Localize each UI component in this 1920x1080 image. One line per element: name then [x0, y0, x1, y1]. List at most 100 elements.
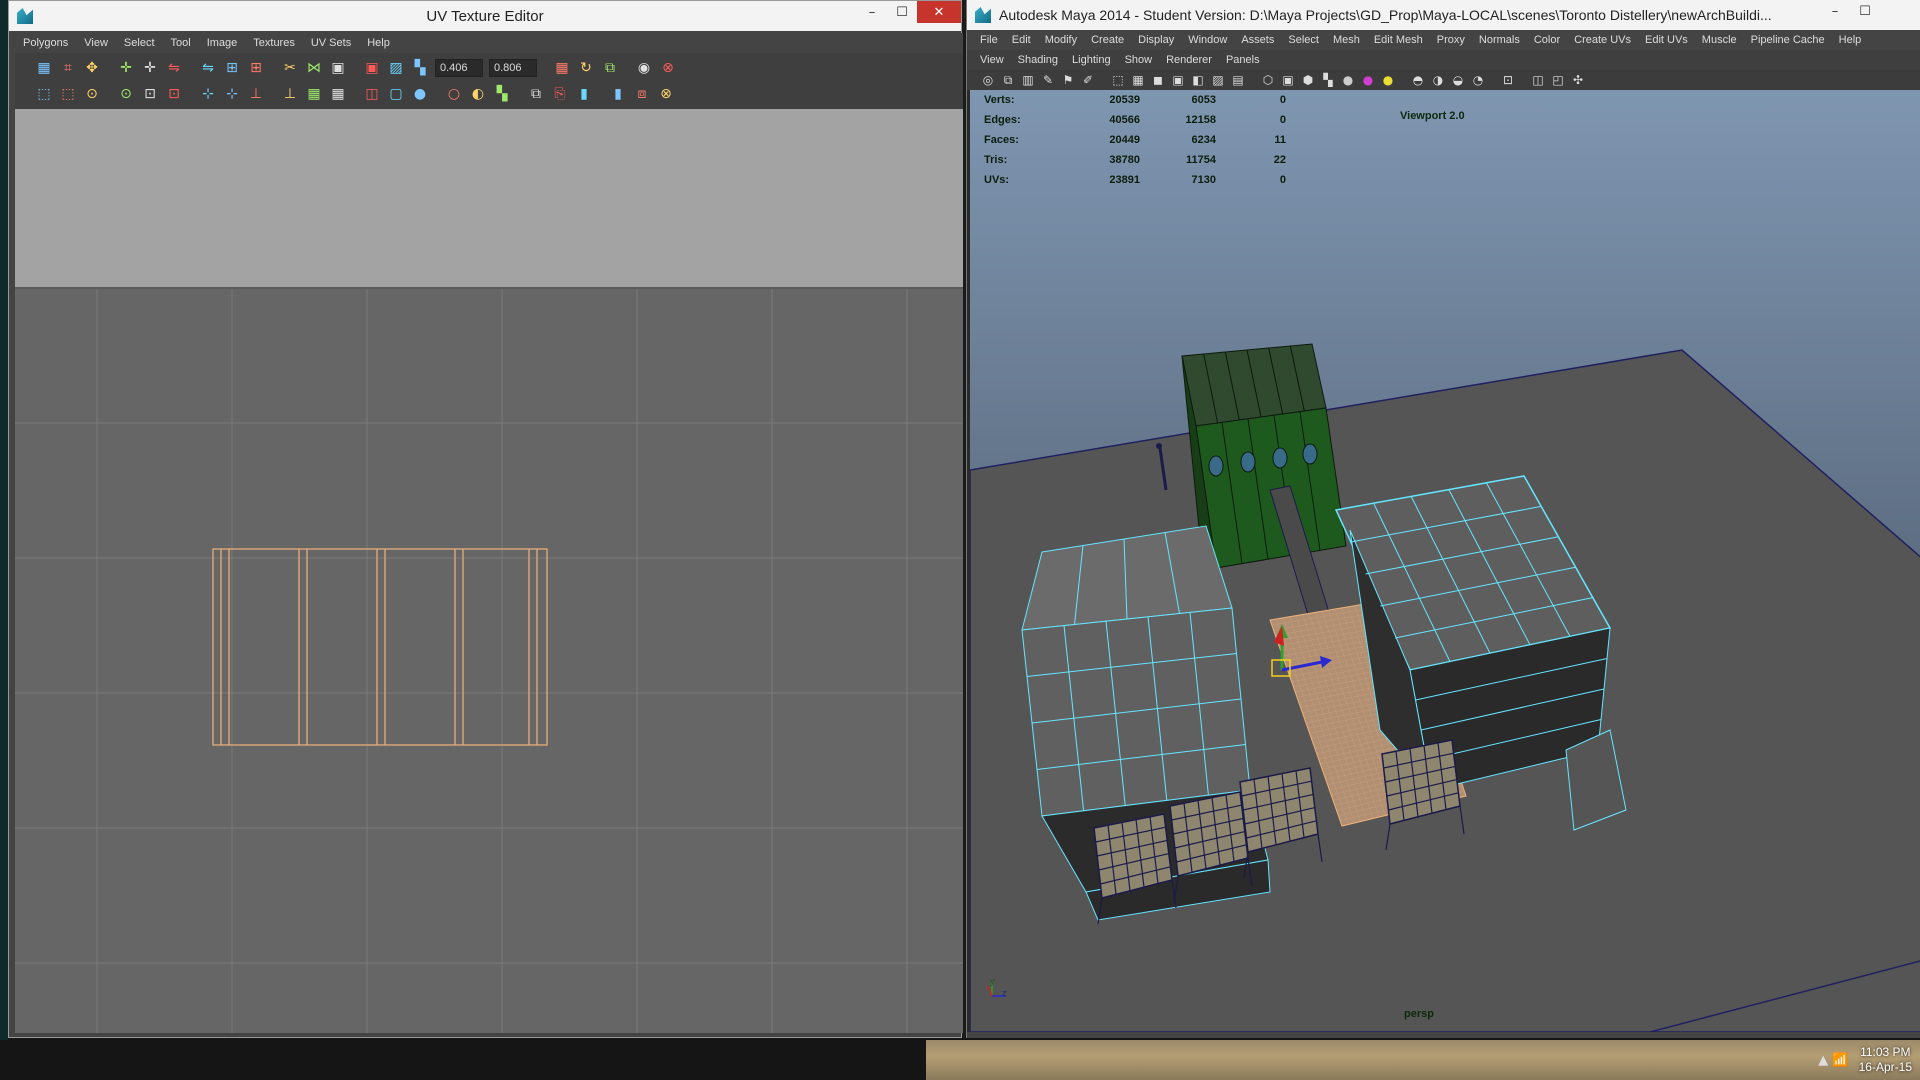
straighten-icon[interactable]: ⊥	[279, 83, 301, 105]
align-icon[interactable]: ⊞	[245, 57, 267, 79]
shaded-icon[interactable]: ◐	[467, 83, 489, 105]
panel-tool-icon[interactable]: ✣	[1569, 72, 1587, 88]
flip-icon[interactable]: ⇋	[197, 57, 219, 79]
rotate-cw-icon[interactable]: ⊙	[81, 83, 103, 105]
menu-create[interactable]: Create	[1084, 34, 1131, 46]
menu-color[interactable]: Color	[1527, 34, 1567, 46]
panel-tool-icon[interactable]: ✐	[1079, 72, 1097, 88]
panel-tool-icon[interactable]: ▣	[1169, 72, 1187, 88]
uv-menu-image[interactable]: Image	[199, 37, 246, 49]
copy-icon[interactable]: ⧉	[599, 57, 621, 79]
select-icon[interactable]: ⬚	[33, 83, 55, 105]
texture-border-icon[interactable]: ▢	[385, 83, 407, 105]
menu-file[interactable]: File	[973, 34, 1005, 46]
panel-tool-icon[interactable]: ◒	[1449, 72, 1467, 88]
uv-snapshot-icon[interactable]: ⧈	[631, 83, 653, 105]
v-value-field[interactable]: 0.806	[489, 59, 537, 77]
translate-icon[interactable]: ✛	[115, 57, 137, 79]
menu-mesh[interactable]: Mesh	[1326, 34, 1367, 46]
snap-icon[interactable]: ⊡	[139, 83, 161, 105]
panel-tool-icon[interactable]: ◎	[979, 72, 997, 88]
menu-proxy[interactable]: Proxy	[1430, 34, 1472, 46]
uv-menu-tool[interactable]: Tool	[163, 37, 199, 49]
checker-icon[interactable]: ▚	[409, 57, 431, 79]
panel-menu-lighting[interactable]: Lighting	[1065, 54, 1118, 66]
panel-menu-renderer[interactable]: Renderer	[1159, 54, 1219, 66]
sew-icon[interactable]: ⋈	[303, 57, 325, 79]
checker-icon[interactable]: ▚	[491, 83, 513, 105]
panel-tool-icon[interactable]: ◧	[1189, 72, 1207, 88]
uv-shell-border[interactable]	[212, 548, 548, 746]
perspective-viewport[interactable]: y z Verts: 20539 6053 0 Edges: 40566 12158 0 Fac…	[967, 90, 1920, 1032]
translate-icon[interactable]: ✛	[139, 57, 161, 79]
menu-normals[interactable]: Normals	[1472, 34, 1527, 46]
panel-menu-show[interactable]: Show	[1118, 54, 1160, 66]
grid-select-icon[interactable]: ▦	[33, 57, 55, 79]
flip-icon[interactable]: ⇋	[163, 57, 185, 79]
copy-icon[interactable]: ⧉	[525, 83, 547, 105]
panel-tool-icon[interactable]: ◓	[1409, 72, 1427, 88]
shader-icon[interactable]: ◉	[633, 57, 655, 79]
uv-menu-select[interactable]: Select	[116, 37, 163, 49]
rotate-ccw-icon[interactable]: ⊙	[115, 83, 137, 105]
grid-icon[interactable]: ▦	[327, 83, 349, 105]
panel-tool-icon[interactable]: ◑	[1429, 72, 1447, 88]
panel-menu-panels[interactable]: Panels	[1219, 54, 1267, 66]
align-icon[interactable]: ⊞	[221, 57, 243, 79]
maximize-icon[interactable]: ☐	[1850, 0, 1880, 22]
panel-tool-icon[interactable]: ●	[1359, 72, 1377, 88]
grid-icon[interactable]: ▦	[551, 57, 573, 79]
pin-icon[interactable]: ⊗	[657, 57, 679, 79]
panel-tool-icon[interactable]: ●	[1379, 72, 1397, 88]
panel-tool-icon[interactable]: ◼	[1149, 72, 1167, 88]
clock[interactable]: 11:03 PM 16-Apr-15	[1859, 1045, 1912, 1075]
minimize-icon[interactable]: –	[857, 1, 887, 23]
panel-tool-icon[interactable]: ▤	[1229, 72, 1247, 88]
maya-titlebar[interactable]: Autodesk Maya 2014 - Student Version: D:…	[967, 0, 1920, 30]
panel-tool-icon[interactable]: ◫	[1529, 72, 1547, 88]
panel-tool-icon[interactable]: ✎	[1039, 72, 1057, 88]
maximize-icon[interactable]: ☐	[887, 1, 917, 23]
uv-menu-view[interactable]: View	[76, 37, 116, 49]
menu-create-uvs[interactable]: Create UVs	[1567, 34, 1638, 46]
panel-tool-icon[interactable]: ▦	[1129, 72, 1147, 88]
uv-canvas[interactable]	[15, 109, 963, 1033]
unfold-icon[interactable]: ⊹	[197, 83, 219, 105]
delete-icon[interactable]: ▮	[573, 83, 595, 105]
panel-tool-icon[interactable]: ▨	[1209, 72, 1227, 88]
move-uv-icon[interactable]: ✥	[81, 57, 103, 79]
panel-tool-icon[interactable]: ⬡	[1259, 72, 1277, 88]
close-icon[interactable]: ⊗	[655, 83, 677, 105]
menu-edit-uvs[interactable]: Edit UVs	[1638, 34, 1695, 46]
menu-display[interactable]: Display	[1131, 34, 1181, 46]
menu-help[interactable]: Help	[1832, 34, 1869, 46]
panel-menu-shading[interactable]: Shading	[1011, 54, 1065, 66]
menu-edit[interactable]: Edit	[1005, 34, 1038, 46]
rgb-icon[interactable]: ●	[409, 83, 431, 105]
uv-editor-titlebar[interactable]: UV Texture Editor – ☐ ✕	[9, 1, 961, 31]
delete-icon[interactable]: ▮	[607, 83, 629, 105]
panel-tool-icon[interactable]: ▚	[1319, 72, 1337, 88]
panel-tool-icon[interactable]: ●	[1339, 72, 1357, 88]
grid-icon[interactable]: ▦	[303, 83, 325, 105]
panel-tool-icon[interactable]: ⧉	[999, 72, 1017, 88]
menu-assets[interactable]: Assets	[1234, 34, 1281, 46]
select-icon[interactable]: ⬚	[57, 83, 79, 105]
minimize-icon[interactable]: –	[1820, 0, 1850, 22]
panel-tool-icon[interactable]: ⬚	[1109, 72, 1127, 88]
panel-tool-icon[interactable]: ⬢	[1299, 72, 1317, 88]
menu-edit-mesh[interactable]: Edit Mesh	[1367, 34, 1430, 46]
layout-icon[interactable]: ▣	[361, 57, 383, 79]
menu-window[interactable]: Window	[1181, 34, 1234, 46]
uv-menu-textures[interactable]: Textures	[245, 37, 303, 49]
panel-tool-icon[interactable]: ◰	[1549, 72, 1567, 88]
rotate-icon[interactable]: ↻	[575, 57, 597, 79]
alpha-icon[interactable]: ○	[443, 83, 465, 105]
menu-select[interactable]: Select	[1281, 34, 1326, 46]
panel-tool-icon[interactable]: ⚑	[1059, 72, 1077, 88]
tray-icons[interactable]: ▲ 📶	[1818, 1053, 1848, 1068]
cut-icon[interactable]: ✂	[279, 57, 301, 79]
uv-menu-uv-sets[interactable]: UV Sets	[303, 37, 359, 49]
u-value-field[interactable]: 0.406	[435, 59, 483, 77]
uv-menu-polygons[interactable]: Polygons	[15, 37, 76, 49]
